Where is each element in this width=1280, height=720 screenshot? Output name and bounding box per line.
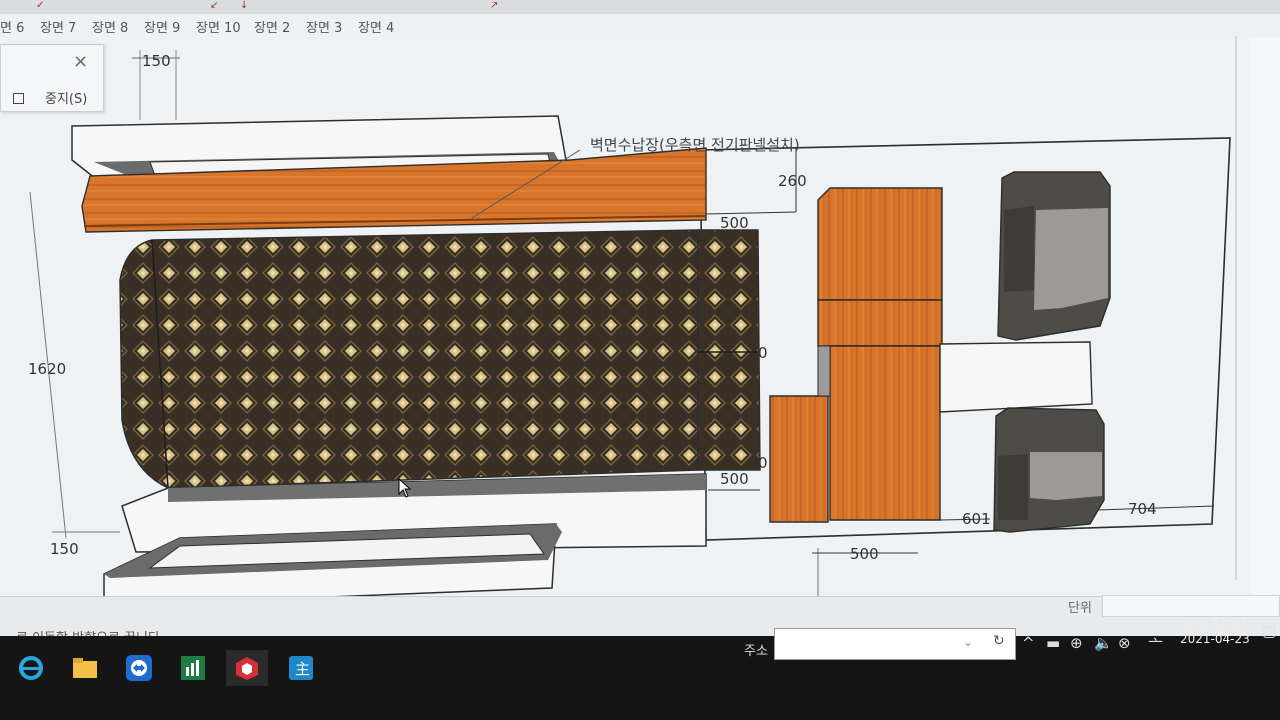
teamviewer-icon[interactable]: [118, 650, 160, 686]
chevron-down-icon[interactable]: ⌄: [963, 635, 973, 649]
dim-500-bottom: 500: [850, 545, 879, 563]
address-input[interactable]: ⌄ ↻: [774, 628, 1016, 660]
check-icon[interactable]: ✓: [36, 0, 44, 11]
dim-500-mid: 500: [720, 470, 749, 488]
dim-500-top: 500: [720, 214, 749, 232]
battery-icon[interactable]: ▬: [1046, 634, 1060, 652]
dim-150-bottom: 150: [50, 540, 79, 558]
address-label: 주소: [744, 644, 768, 659]
sketchup-icon[interactable]: [226, 650, 268, 686]
rotate-tool-icon[interactable]: ↗: [490, 0, 498, 11]
notification-icon[interactable]: ▢: [1262, 622, 1276, 640]
tab-scene-7[interactable]: 장면 7: [40, 17, 76, 36]
refresh-icon[interactable]: ↻: [993, 633, 1005, 649]
tab-scene-8[interactable]: 장면 8: [92, 17, 128, 36]
unit-label: 단위: [1068, 601, 1092, 616]
taskbar: 主 주소 ⌄ ↻ ^ ▬ ⊕ 🔈 ⊗ 亠 오전 11:57 2021-04-23…: [0, 616, 1280, 720]
app-icon[interactable]: 主: [280, 650, 322, 686]
dim-704: 704: [1128, 500, 1157, 518]
tab-scene-4[interactable]: 장면 4: [358, 17, 394, 36]
network-icon[interactable]: ⊕: [1070, 634, 1083, 652]
canvas-margin: [1250, 38, 1280, 616]
clock-date[interactable]: 2021-04-23: [1180, 632, 1250, 646]
dim-260: 260: [778, 172, 807, 190]
annotation-wall-cabinet: 벽면수납장(우측면 전기판넬설치): [590, 136, 800, 154]
scene-tabs: 면 6 장면 7 장면 8 장면 9 장면 10 장면 2 장면 3 장면 4: [0, 14, 1280, 39]
status-x-icon[interactable]: ⊗: [1118, 634, 1131, 652]
tab-scene-10[interactable]: 장면 10: [196, 17, 241, 36]
excel-icon[interactable]: [172, 650, 214, 686]
dim-1620: 1620: [28, 360, 67, 378]
svg-text:主: 主: [295, 660, 310, 678]
stop-button[interactable]: 중지(S): [45, 88, 87, 107]
arrow-tool-icon[interactable]: ↙: [210, 0, 218, 11]
dim-cut-b: 0: [758, 454, 768, 472]
clock-time[interactable]: 오전 11:57: [1186, 614, 1246, 631]
volume-icon[interactable]: 🔈: [1094, 634, 1113, 652]
mouse-cursor-icon: [398, 478, 412, 498]
drawing-canvas[interactable]: [0, 38, 1250, 616]
status-bar: 단위 로 이동할 방향으로 끕니다.: [0, 595, 1280, 646]
dim-601: 601: [962, 510, 991, 528]
tab-scene-6[interactable]: 면 6: [0, 17, 24, 36]
file-explorer-icon[interactable]: [64, 650, 106, 686]
ie-icon[interactable]: [10, 650, 52, 686]
stop-checkbox[interactable]: [13, 93, 24, 104]
move-tool-icon[interactable]: ↓: [240, 0, 248, 11]
close-icon[interactable]: ×: [73, 51, 88, 72]
dim-cut-a: 0: [758, 344, 768, 362]
dim-150-top: 150: [142, 52, 171, 70]
tab-scene-9[interactable]: 장면 9: [144, 17, 180, 36]
tab-scene-3[interactable]: 장면 3: [306, 17, 342, 36]
progress-dialog: × 중지(S): [0, 44, 104, 112]
ime-icon[interactable]: 亠: [1148, 634, 1163, 655]
tab-scene-2[interactable]: 장면 2: [254, 17, 290, 36]
show-hidden-icons-icon[interactable]: ^: [1022, 634, 1035, 652]
toolbar: ✓ ↙ ↓ ↗: [0, 0, 1280, 15]
